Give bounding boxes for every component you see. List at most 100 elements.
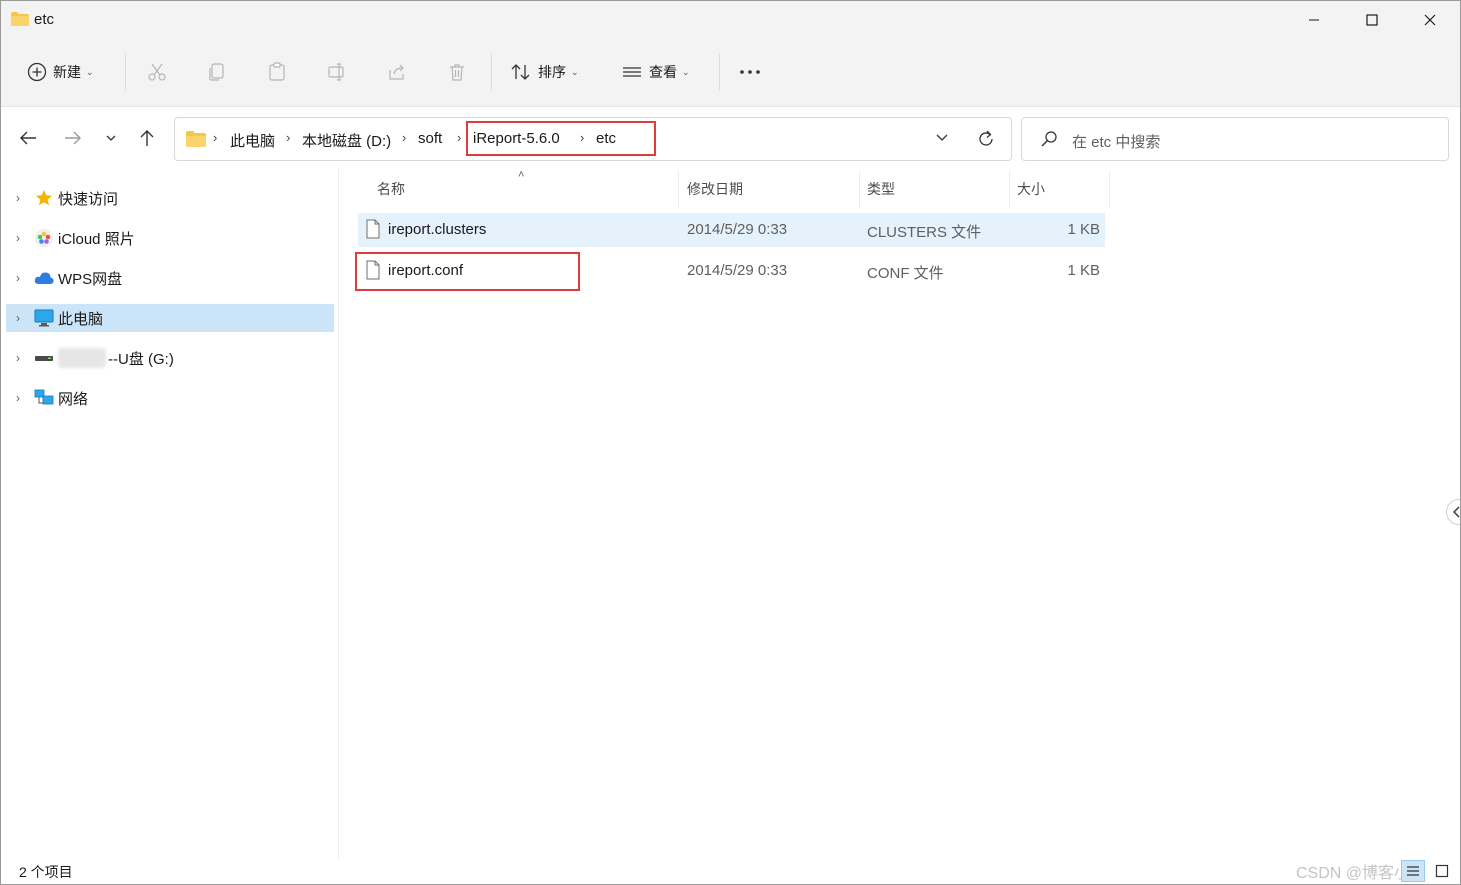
file-icon	[366, 219, 380, 239]
file-modified: 2014/5/29 0:33	[687, 221, 788, 238]
chevron-right-icon[interactable]: ›	[6, 311, 30, 325]
large-icons-view-icon	[1435, 864, 1449, 878]
sidebar-item-wps-drive[interactable]: › WPS网盘	[6, 264, 334, 292]
chevron-down-icon[interactable]	[935, 133, 949, 143]
sidebar-item-this-pc[interactable]: › 此电脑	[6, 304, 334, 332]
breadcrumb-soft[interactable]: soft	[418, 130, 442, 147]
sort-label: 排序	[538, 64, 566, 80]
column-divider	[1109, 171, 1110, 207]
file-modified: 2014/5/29 0:33	[687, 262, 788, 279]
command-bar: 新建 ⌄ 排序 ⌄ 查看 ⌄	[1, 39, 1460, 107]
icloud-photos-icon	[34, 228, 54, 248]
copy-icon	[209, 63, 224, 81]
search-input[interactable]: 在 etc 中搜索	[1072, 131, 1160, 152]
breadcrumb-separator: ›	[286, 130, 291, 145]
details-pane-toggle[interactable]	[1446, 499, 1460, 525]
sidebar-item-icloud-photos[interactable]: › iCloud 照片	[6, 224, 334, 252]
sidebar-item-quick-access[interactable]: › 快速访问	[6, 184, 334, 212]
rename-button[interactable]	[327, 51, 347, 93]
column-divider	[859, 171, 860, 207]
share-button[interactable]	[387, 51, 407, 93]
chevron-down-icon: ⌄	[682, 66, 690, 77]
view-button[interactable]: 查看 ⌄	[621, 51, 690, 93]
star-icon	[34, 188, 54, 208]
more-icon	[740, 70, 760, 74]
trash-icon	[450, 64, 464, 81]
table-row[interactable]: ireport.clusters 2014/5/29 0:33 CLUSTERS…	[358, 213, 1105, 247]
large-icons-view-button[interactable]	[1431, 860, 1453, 882]
clipboard-icon	[269, 62, 285, 81]
plus-circle-icon	[27, 62, 47, 82]
address-bar[interactable]: › 此电脑 › 本地磁盘 (D:) › soft › iReport-5.6.0…	[174, 117, 1012, 161]
maximize-button[interactable]	[1343, 1, 1401, 39]
chevron-right-icon[interactable]: ›	[6, 231, 30, 245]
breadcrumb-separator: ›	[457, 130, 462, 145]
file-type: CONF 文件	[867, 265, 944, 282]
title-bar[interactable]: etc	[1, 1, 1460, 39]
up-button[interactable]	[133, 121, 161, 155]
refresh-icon[interactable]	[976, 129, 996, 149]
cloud-icon	[34, 268, 54, 288]
sort-button[interactable]: 排序 ⌄	[510, 51, 579, 93]
highlight-box	[355, 252, 580, 291]
sidebar-item-label: 快速访问	[58, 190, 119, 208]
details-view-button[interactable]	[1401, 860, 1425, 882]
chevron-left-icon	[1453, 506, 1460, 518]
sort-ascending-icon: ˄	[518, 169, 525, 181]
column-header-name[interactable]: 名称	[377, 179, 405, 199]
file-name: ireport.clusters	[388, 221, 487, 238]
toolbar-divider	[719, 53, 720, 91]
maximize-icon	[1366, 14, 1378, 26]
column-divider	[678, 171, 679, 207]
arrow-left-icon	[20, 131, 36, 145]
chevron-down-icon: ⌄	[571, 66, 579, 77]
explorer-window: etc 新建 ⌄ 排序 ⌄ 查看 ⌄ › 此电脑 › 本地磁盘 (D:) › s…	[0, 0, 1461, 885]
usb-drive-icon	[34, 348, 54, 368]
computer-icon	[34, 308, 54, 328]
minimize-button[interactable]	[1285, 1, 1343, 39]
share-icon	[389, 64, 404, 80]
chevron-right-icon[interactable]: ›	[6, 391, 30, 405]
view-label: 查看	[649, 64, 677, 80]
chevron-right-icon[interactable]: ›	[6, 271, 30, 285]
copy-button[interactable]	[207, 51, 227, 93]
highlight-box	[466, 121, 656, 156]
sidebar-item-label: WPS网盘	[58, 270, 123, 288]
arrow-up-icon	[140, 130, 154, 146]
column-header-type[interactable]: 类型	[867, 179, 895, 199]
chevron-down-icon	[106, 135, 116, 141]
column-divider	[1009, 171, 1010, 207]
new-button[interactable]: 新建 ⌄	[27, 51, 94, 93]
sidebar-item-label: 网络	[58, 390, 89, 408]
minimize-icon	[1309, 19, 1319, 21]
scissors-icon	[148, 63, 166, 81]
file-size: 1 KB	[1067, 221, 1100, 238]
search-box[interactable]: 在 etc 中搜索	[1021, 117, 1449, 161]
breadcrumb-local-disk-d[interactable]: 本地磁盘 (D:)	[302, 130, 391, 151]
more-options-button[interactable]	[739, 51, 761, 93]
column-header-modified[interactable]: 修改日期	[687, 179, 743, 199]
blurred-volume-label	[58, 348, 106, 368]
chevron-right-icon[interactable]: ›	[6, 351, 30, 365]
paste-button[interactable]	[267, 51, 287, 93]
network-icon	[34, 388, 54, 408]
file-size: 1 KB	[1067, 262, 1100, 279]
window-title: etc	[34, 11, 55, 28]
breadcrumb-separator: ›	[213, 130, 218, 145]
chevron-right-icon[interactable]: ›	[6, 191, 30, 205]
new-label: 新建	[53, 64, 81, 80]
sidebar-item-usb-drive[interactable]: › --U盘 (G:)	[6, 344, 334, 372]
forward-button[interactable]	[59, 121, 87, 155]
breadcrumb-this-pc[interactable]: 此电脑	[230, 130, 275, 151]
navigation-row: › 此电脑 › 本地磁盘 (D:) › soft › iReport-5.6.0…	[1, 107, 1460, 169]
folder-icon	[11, 12, 29, 26]
delete-button[interactable]	[447, 51, 467, 93]
column-header-size[interactable]: 大小	[1017, 179, 1045, 199]
chevron-down-icon: ⌄	[86, 66, 94, 77]
close-button[interactable]	[1401, 1, 1459, 39]
breadcrumb-separator: ›	[402, 130, 407, 145]
recent-locations-button[interactable]	[97, 121, 125, 155]
cut-button[interactable]	[147, 51, 167, 93]
sidebar-item-network[interactable]: › 网络	[6, 384, 334, 412]
back-button[interactable]	[14, 121, 42, 155]
